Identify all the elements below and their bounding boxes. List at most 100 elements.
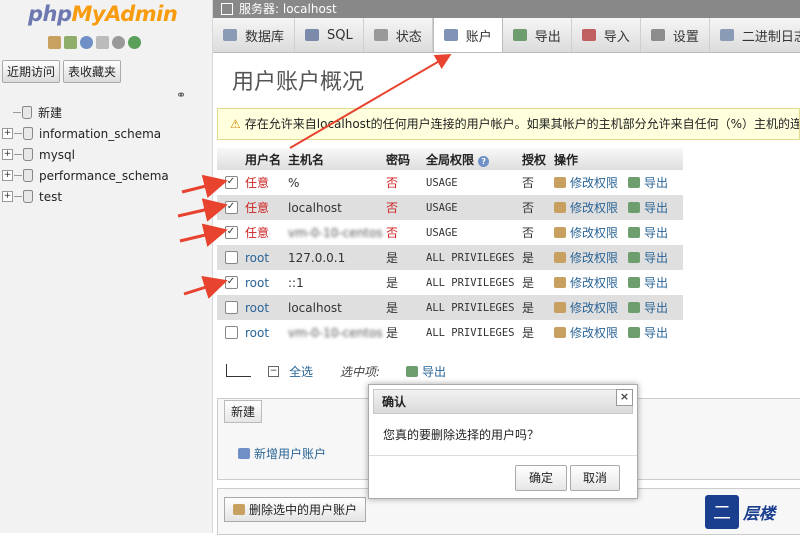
expand-icon[interactable]: + [2,128,13,139]
phpmyadmin-logo[interactable]: phpMyAdmin [28,2,178,26]
accounts-icon [443,29,458,41]
link-with-main-icon[interactable]: ⚭ [176,88,186,102]
expand-icon[interactable]: + [2,149,13,160]
new-database-item[interactable]: 新建 [2,102,169,123]
server-icon [221,3,233,15]
new-section-header: 新建 [224,400,263,423]
row-checkbox[interactable] [224,301,238,314]
export-icon [406,366,418,377]
col-host[interactable]: 主机名 [288,151,386,168]
export-link[interactable]: 导出 [628,324,668,341]
main-tabs: 数据库 SQL 状态 账户 导出 导入 设置 二进制日志 [213,18,800,53]
select-all-checkbox[interactable]: − [268,366,279,377]
edit-privileges-link[interactable]: 修改权限 [554,224,618,241]
tab-sql[interactable]: SQL [295,18,364,52]
dialog-title: 确认 [373,389,633,414]
database-item-mysql[interactable]: + mysql [2,144,169,165]
tab-export[interactable]: 导出 [503,18,572,52]
server-name-link[interactable]: localhost [283,2,337,16]
row-checkbox[interactable] [224,326,238,339]
row-checkbox[interactable] [224,251,238,264]
host-cell: ::1 [288,275,304,290]
logout-icon[interactable] [64,36,77,49]
home-icon[interactable] [48,36,61,49]
row-checkbox[interactable]: ✓ [224,276,238,289]
password-cell: 是 [386,276,399,290]
new-database-label: 新建 [38,106,63,120]
edit-privileges-icon [554,302,566,313]
grant-cell: 否 [522,226,535,240]
dialog-divider [369,455,637,456]
database-icon [22,106,32,119]
table-row: root vm-0-10-centos 是 ALL PRIVILEGES 是 修… [217,320,683,345]
help-icon[interactable]: ? [478,155,490,167]
settings-icon[interactable] [112,36,125,49]
edit-privileges-icon [554,202,566,213]
export-link[interactable]: 导出 [628,174,668,191]
reload-icon[interactable] [128,36,141,49]
user-cell: root [245,300,270,315]
export-link[interactable]: 导出 [628,224,668,241]
edit-privileges-link[interactable]: 修改权限 [554,274,618,291]
delete-selected-users-button[interactable]: 删除选中的用户账户 [224,497,367,522]
tab-settings[interactable]: 设置 [641,18,710,52]
export-icon [628,177,641,188]
watermark-logo: 二 层楼 [705,494,795,530]
host-cell: vm-0-10-centos [288,325,383,340]
row-checkbox[interactable]: ✓ [224,201,238,214]
nav-icon-bar [48,36,141,49]
database-item-performance-schema[interactable]: + performance_schema [2,165,169,186]
col-user[interactable]: 用户名 [245,151,288,168]
grant-cell: 是 [522,251,535,265]
database-item-information-schema[interactable]: + information_schema [2,123,169,144]
tab-binary-log[interactable]: 二进制日志 [710,18,800,52]
edit-privileges-link[interactable]: 修改权限 [554,199,618,216]
select-all-label[interactable]: 全选 [289,363,313,380]
col-password[interactable]: 密码 [386,151,426,168]
tab-status[interactable]: 状态 [364,18,433,52]
recent-tab[interactable]: 近期访问 [2,60,61,83]
edit-privileges-link[interactable]: 修改权限 [554,324,618,341]
grant-cell: 否 [522,176,535,190]
select-all[interactable]: − 全选 [268,363,313,380]
tab-accounts[interactable]: 账户 [432,18,503,52]
user-cell: root [245,275,270,290]
edit-privileges-link[interactable]: 修改权限 [554,249,618,266]
expand-icon[interactable]: + [2,191,13,202]
export-selected-link[interactable]: 导出 [406,363,446,380]
docs-icon[interactable] [96,36,109,49]
col-global-privileges[interactable]: 全局权限 ? [426,151,522,168]
dialog-message: 您真的要删除选择的用户吗？ [383,428,540,442]
add-user-link[interactable]: 新增用户账户 [238,445,326,462]
table-row: ✓ 任意 vm-0-10-centos 否 USAGE 否 修改权限 导出 [217,220,683,245]
close-icon[interactable]: × [616,389,633,406]
tab-databases[interactable]: 数据库 [213,18,296,52]
password-cell: 否 [386,201,399,215]
user-cell: root [245,250,270,265]
privileges-cell: USAGE [426,226,458,239]
favorites-tab[interactable]: 表收藏夹 [63,60,122,83]
confirm-button[interactable]: 确定 [515,465,567,491]
export-link[interactable]: 导出 [628,199,668,216]
export-link[interactable]: 导出 [628,274,668,291]
export-icon [628,227,641,238]
delete-user-icon [233,504,245,515]
row-checkbox[interactable]: ✓ [224,226,238,239]
expand-icon[interactable]: + [2,170,13,181]
edit-privileges-link[interactable]: 修改权限 [554,299,618,316]
cancel-button[interactable]: 取消 [570,465,620,491]
tab-import[interactable]: 导入 [572,18,641,52]
edit-privileges-icon [554,177,566,188]
edit-privileges-icon [554,252,566,263]
export-link[interactable]: 导出 [628,299,668,316]
help-icon[interactable] [80,36,93,49]
row-checkbox[interactable]: ✓ [224,176,238,189]
edit-privileges-link[interactable]: 修改权限 [554,174,618,191]
host-cell: localhost [288,300,342,315]
password-cell: 否 [386,226,399,240]
user-cell: 任意 [245,176,270,190]
server-breadcrumb: 服务器: localhost [213,0,800,18]
grant-cell: 是 [522,301,535,315]
database-item-test[interactable]: + test [2,186,169,207]
export-link[interactable]: 导出 [628,249,668,266]
